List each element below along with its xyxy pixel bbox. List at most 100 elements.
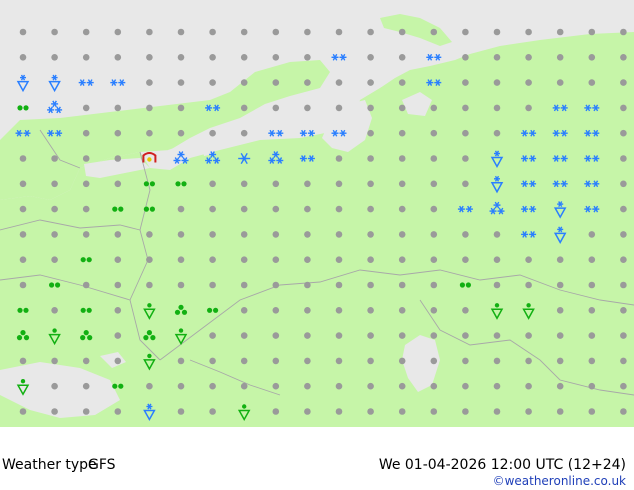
grid-dot xyxy=(209,79,216,86)
grid-dot xyxy=(272,231,280,238)
grid-dot xyxy=(556,256,564,264)
grid-dot xyxy=(556,79,564,86)
grid-dot xyxy=(146,79,153,86)
grid-dot xyxy=(272,180,280,188)
grid-dot xyxy=(398,357,406,365)
grid-dot xyxy=(19,205,27,213)
grid-dot xyxy=(367,180,374,188)
grid-dot xyxy=(462,332,469,339)
grid-dot xyxy=(304,104,311,112)
grid-dot xyxy=(525,54,532,61)
grid-dot xyxy=(462,307,469,314)
grid-dot xyxy=(430,281,438,289)
grid-dot xyxy=(493,28,501,36)
grid-dot xyxy=(367,104,374,112)
grid-dot xyxy=(146,54,153,61)
grid-dot xyxy=(209,28,216,36)
grid-dot xyxy=(430,357,438,365)
grid-dot xyxy=(620,28,627,36)
grid-dot xyxy=(430,408,438,415)
grid-dot xyxy=(367,231,374,238)
grid-dot xyxy=(493,382,501,390)
grid-dot xyxy=(272,104,280,112)
grid-dot xyxy=(462,155,469,162)
grid-dot xyxy=(240,332,248,339)
valid-time: We 01-04-2026 12:00 UTC (12+24) xyxy=(378,457,626,473)
grid-dot xyxy=(430,231,438,238)
grid-dot xyxy=(430,205,438,213)
grid-dot xyxy=(588,307,596,314)
grid-dot xyxy=(493,256,501,264)
grid-dot xyxy=(114,28,122,36)
grid-dot xyxy=(620,205,627,213)
grid-dot xyxy=(240,307,248,314)
grid-dot xyxy=(620,281,627,289)
map-title: Weather type xyxy=(2,457,97,473)
grid-dot xyxy=(177,205,185,213)
grid-dot xyxy=(304,28,311,36)
grid-dot xyxy=(304,357,311,365)
grid-dot xyxy=(367,54,374,61)
grid-dot xyxy=(209,205,216,213)
grid-dot xyxy=(304,79,311,86)
grid-dot xyxy=(304,231,311,238)
grid-dot xyxy=(525,382,532,390)
grid-dot xyxy=(335,382,343,390)
grid-dot xyxy=(620,357,627,365)
grid-dot xyxy=(398,307,406,314)
grid-dot xyxy=(240,231,248,238)
grid-dot xyxy=(620,307,627,314)
grid-dot xyxy=(272,332,280,339)
grid-dot xyxy=(51,231,58,238)
grid-dot xyxy=(177,256,185,264)
grid-dot xyxy=(177,104,185,112)
grid-dot xyxy=(240,256,248,264)
grid-dot xyxy=(620,155,627,162)
grid-dot xyxy=(146,382,153,390)
grid-dot xyxy=(430,332,438,339)
grid-dot xyxy=(462,231,469,238)
grid-dot xyxy=(556,357,564,365)
grid-dot xyxy=(525,256,532,264)
grid-dot xyxy=(493,104,501,112)
grid-dot xyxy=(493,281,501,289)
grid-dot xyxy=(82,104,90,112)
grid-dot xyxy=(304,54,311,61)
grid-dot xyxy=(114,256,122,264)
grid-dot xyxy=(398,382,406,390)
grid-dot xyxy=(556,54,564,61)
grid-dot xyxy=(588,79,596,86)
grid-dot xyxy=(620,54,627,61)
grid-dot xyxy=(335,408,343,415)
grid-dot xyxy=(177,231,185,238)
grid-dot xyxy=(51,205,58,213)
credit-link[interactable]: ©weatheronline.co.uk xyxy=(493,474,626,488)
grid-dot xyxy=(82,408,90,415)
grid-dot xyxy=(304,180,311,188)
grid-dot xyxy=(398,28,406,36)
grid-dot xyxy=(525,281,532,289)
grid-dot xyxy=(462,382,469,390)
grid-dot xyxy=(114,231,122,238)
grid-dot xyxy=(272,281,280,289)
grid-dot xyxy=(240,54,248,61)
grid-dot xyxy=(335,104,343,112)
grid-dot xyxy=(304,307,311,314)
grid-dot xyxy=(335,205,343,213)
grid-dot xyxy=(114,129,122,137)
grid-dot xyxy=(335,256,343,264)
grid-dot xyxy=(304,205,311,213)
grid-dot xyxy=(177,382,185,390)
grid-dot xyxy=(367,332,374,339)
grid-dot xyxy=(304,408,311,415)
grid-dot xyxy=(177,28,185,36)
grid-dot xyxy=(335,180,343,188)
grid-dot xyxy=(272,256,280,264)
grid-dot xyxy=(335,79,343,86)
grid-dot xyxy=(367,382,374,390)
grid-dot xyxy=(430,129,438,137)
grid-dot xyxy=(462,54,469,61)
grid-dot xyxy=(209,180,216,188)
grid-dot xyxy=(19,155,27,162)
grid-dot xyxy=(114,357,122,365)
